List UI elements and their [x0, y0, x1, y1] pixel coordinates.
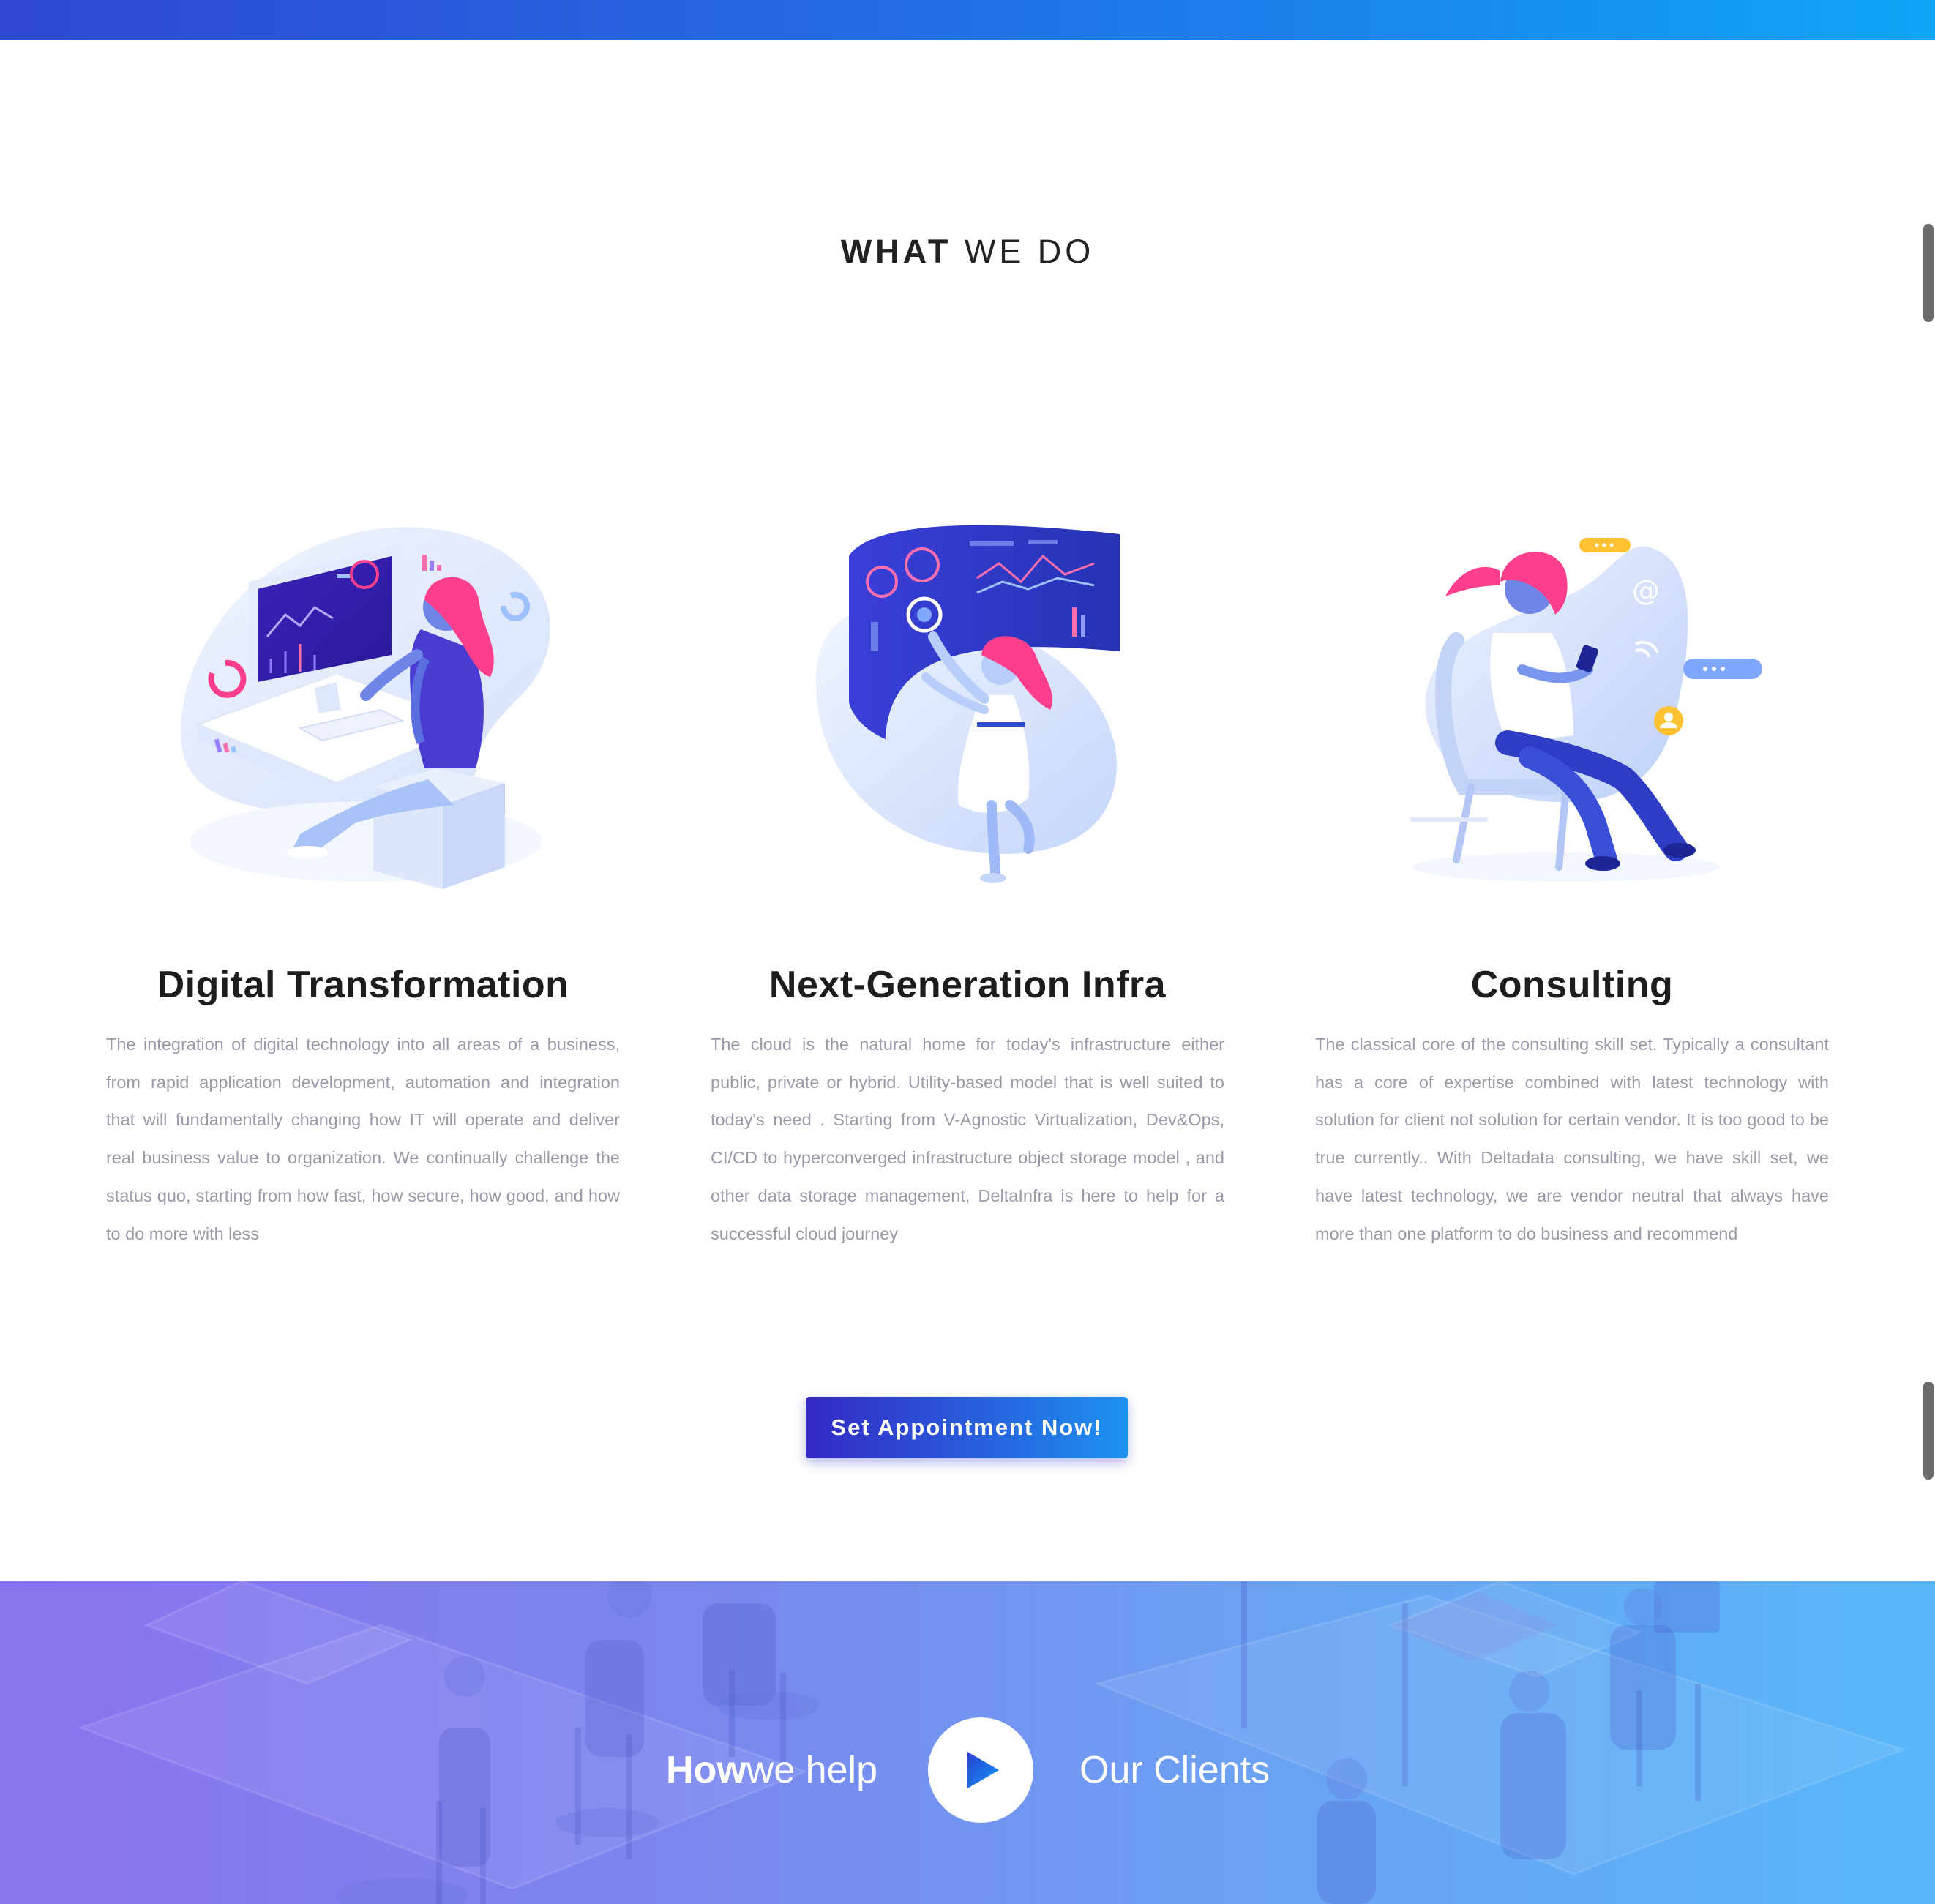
set-appointment-button[interactable]: Set Appointment Now!	[806, 1397, 1128, 1458]
how-we-help-bold: How	[666, 1749, 746, 1791]
service-description-next-generation-infra: The cloud is the natural home for today'…	[711, 1035, 1224, 1243]
section-title-rest: WE DO	[951, 233, 1095, 270]
top-gradient-bar	[0, 0, 1935, 40]
section-title: WHAT WE DO	[0, 233, 1935, 271]
play-video-button[interactable]	[928, 1717, 1033, 1823]
section-title-bold: WHAT	[840, 233, 952, 270]
play-icon	[968, 1752, 999, 1788]
consulting-illustration: @	[1383, 531, 1764, 889]
service-title-consulting: Consulting	[1470, 964, 1674, 1006]
service-title-digital-transformation: Digital Transformation	[157, 964, 569, 1006]
service-description-digital-transformation: The integration of digital technology in…	[106, 1035, 620, 1243]
how-we-help-label[interactable]: Howwe help	[666, 1748, 877, 1792]
next-generation-infra-illustration	[809, 512, 1138, 893]
our-clients-label[interactable]: Our Clients	[1079, 1748, 1270, 1792]
scrollbar-thumb-lower[interactable]	[1923, 1382, 1934, 1480]
service-title-next-generation-infra: Next-Generation Infra	[768, 964, 1167, 1006]
how-we-help-rest: we help	[746, 1749, 877, 1791]
svg-text:@: @	[1632, 574, 1660, 607]
scrollbar-thumb-upper[interactable]	[1923, 224, 1934, 322]
service-description-consulting: The classical core of the consulting ski…	[1315, 1035, 1829, 1243]
digital-transformation-illustration	[168, 527, 564, 893]
